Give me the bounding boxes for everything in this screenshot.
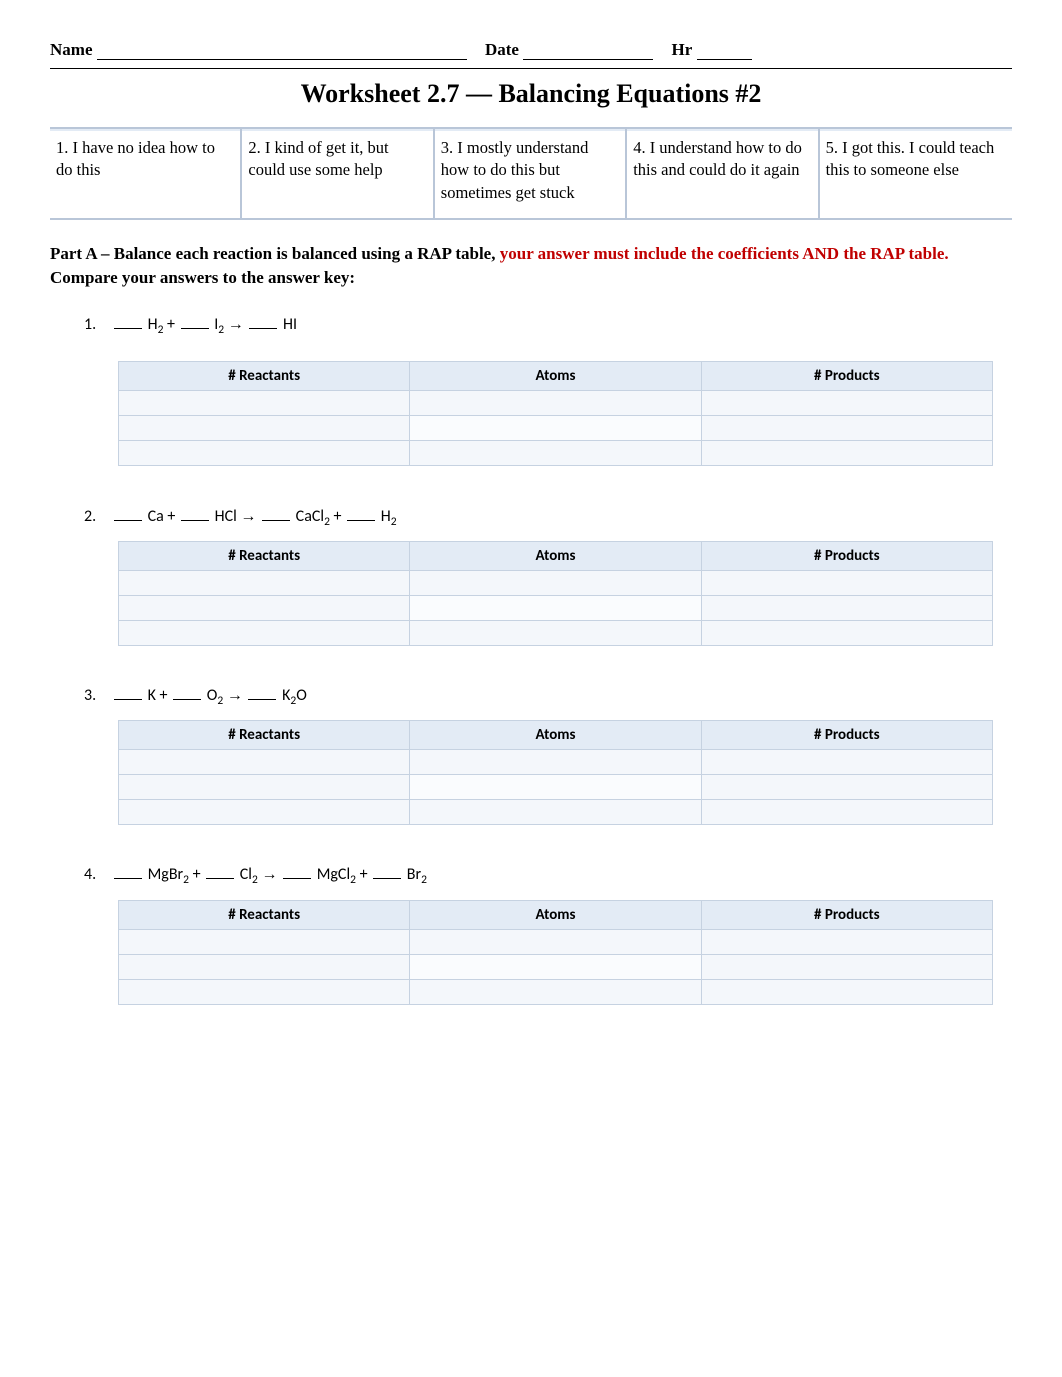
rap-cell[interactable] (701, 391, 992, 416)
rubric-cell-3: 3. I mostly understand how to do this bu… (435, 129, 627, 218)
coefficient-blank[interactable] (173, 684, 201, 700)
equation-number: 1. (84, 315, 112, 334)
equation-line: 2. Ca + HCl → CaCl2 + H2 (84, 504, 1012, 528)
rap-cell[interactable] (119, 979, 410, 1004)
rubric-cell-4: 4. I understand how to do this and could… (627, 129, 819, 218)
rap-header-atoms: Atoms (410, 721, 701, 750)
worksheet-header: Name Date Hr (50, 40, 1012, 60)
rubric-cell-1: 1. I have no idea how to do this (50, 129, 242, 218)
rap-cell[interactable] (701, 595, 992, 620)
rap-cell[interactable] (701, 570, 992, 595)
self-rating-rubric: 1. I have no idea how to do this 2. I ki… (50, 127, 1012, 220)
equation-block: 3. K + O2 → K2O # Reactants Atoms # Prod… (84, 684, 1012, 825)
coefficient-blank[interactable] (347, 504, 375, 520)
rap-cell[interactable] (410, 800, 701, 825)
coefficient-blank[interactable] (114, 504, 142, 520)
rap-cell[interactable] (119, 595, 410, 620)
rap-header-reactants: # Reactants (119, 541, 410, 570)
rubric-cell-2: 2. I kind of get it, but could use some … (242, 129, 434, 218)
rap-header-atoms: Atoms (410, 362, 701, 391)
rap-cell[interactable] (410, 441, 701, 466)
hr-label: Hr (671, 40, 692, 60)
rap-cell[interactable] (410, 595, 701, 620)
rap-cell[interactable] (410, 416, 701, 441)
rap-cell[interactable] (701, 441, 992, 466)
coefficient-blank[interactable] (114, 863, 142, 879)
rap-cell[interactable] (119, 954, 410, 979)
equation-line: 3. K + O2 → K2O (84, 684, 1012, 708)
coefficient-blank[interactable] (373, 863, 401, 879)
coefficient-blank[interactable] (114, 684, 142, 700)
equation-block: 2. Ca + HCl → CaCl2 + H2 # Reactants Ato… (84, 504, 1012, 645)
rap-header-products: # Products (701, 900, 992, 929)
coefficient-blank[interactable] (181, 504, 209, 520)
rap-cell[interactable] (701, 775, 992, 800)
rap-header-reactants: # Reactants (119, 900, 410, 929)
rap-header-atoms: Atoms (410, 900, 701, 929)
rap-cell[interactable] (410, 620, 701, 645)
rap-cell[interactable] (410, 979, 701, 1004)
rap-cell[interactable] (410, 570, 701, 595)
rap-table: # Reactants Atoms # Products (118, 361, 993, 466)
rap-header-products: # Products (701, 362, 992, 391)
rap-cell[interactable] (701, 954, 992, 979)
equation-number: 2. (84, 507, 112, 526)
equation-block: 1. H2 + I2 → HI # Reactants Atoms # Prod… (84, 313, 1012, 466)
equation-block: 4. MgBr2 + Cl2 → MgCl2 + Br2 # Reactants… (84, 863, 1012, 1004)
name-label: Name (50, 40, 92, 60)
rap-cell[interactable] (701, 750, 992, 775)
date-label: Date (485, 40, 519, 60)
rap-header-reactants: # Reactants (119, 721, 410, 750)
rap-cell[interactable] (410, 750, 701, 775)
hr-blank[interactable] (697, 40, 752, 60)
rap-cell[interactable] (410, 775, 701, 800)
rubric-cell-5: 5. I got this. I could teach this to som… (820, 129, 1012, 218)
rap-table: # Reactants Atoms # Products (118, 720, 993, 825)
rap-table: # Reactants Atoms # Products (118, 900, 993, 1005)
rap-cell[interactable] (410, 929, 701, 954)
rap-header-atoms: Atoms (410, 541, 701, 570)
coefficient-blank[interactable] (248, 684, 276, 700)
rap-cell[interactable] (410, 391, 701, 416)
coefficient-blank[interactable] (262, 504, 290, 520)
coefficient-blank[interactable] (206, 863, 234, 879)
rap-cell[interactable] (119, 775, 410, 800)
equation-line: 4. MgBr2 + Cl2 → MgCl2 + Br2 (84, 863, 1012, 887)
rap-cell[interactable] (119, 620, 410, 645)
rap-header-products: # Products (701, 721, 992, 750)
rap-header-reactants: # Reactants (119, 362, 410, 391)
rap-table: # Reactants Atoms # Products (118, 541, 993, 646)
worksheet-title: Worksheet 2.7 — Balancing Equations #2 (50, 79, 1012, 109)
part-a-text1: Balance each reaction is balanced using … (114, 244, 500, 263)
part-a-instructions: Part A – Balance each reaction is balanc… (50, 242, 1012, 291)
rap-cell[interactable] (701, 620, 992, 645)
rap-cell[interactable] (701, 929, 992, 954)
rap-cell[interactable] (701, 979, 992, 1004)
coefficient-blank[interactable] (181, 313, 209, 329)
equation-line: 1. H2 + I2 → HI (84, 313, 1012, 337)
rap-cell[interactable] (701, 416, 992, 441)
part-a-lead: Part A – (50, 244, 114, 263)
date-blank[interactable] (523, 40, 653, 60)
rap-cell[interactable] (410, 954, 701, 979)
equation-number: 3. (84, 686, 112, 705)
part-a-red: your answer must include the coefficient… (500, 244, 949, 263)
rap-cell[interactable] (119, 391, 410, 416)
equation-number: 4. (84, 865, 112, 884)
name-blank[interactable] (97, 40, 467, 60)
part-a-text2: Compare your answers to the answer key: (50, 268, 355, 287)
coefficient-blank[interactable] (249, 313, 277, 329)
rap-cell[interactable] (701, 800, 992, 825)
rap-cell[interactable] (119, 750, 410, 775)
rap-cell[interactable] (119, 441, 410, 466)
coefficient-blank[interactable] (114, 313, 142, 329)
header-divider (50, 68, 1012, 69)
rap-header-products: # Products (701, 541, 992, 570)
rap-cell[interactable] (119, 800, 410, 825)
rap-cell[interactable] (119, 570, 410, 595)
rap-cell[interactable] (119, 416, 410, 441)
coefficient-blank[interactable] (283, 863, 311, 879)
rap-cell[interactable] (119, 929, 410, 954)
equations-list: 1. H2 + I2 → HI # Reactants Atoms # Prod… (50, 313, 1012, 1005)
